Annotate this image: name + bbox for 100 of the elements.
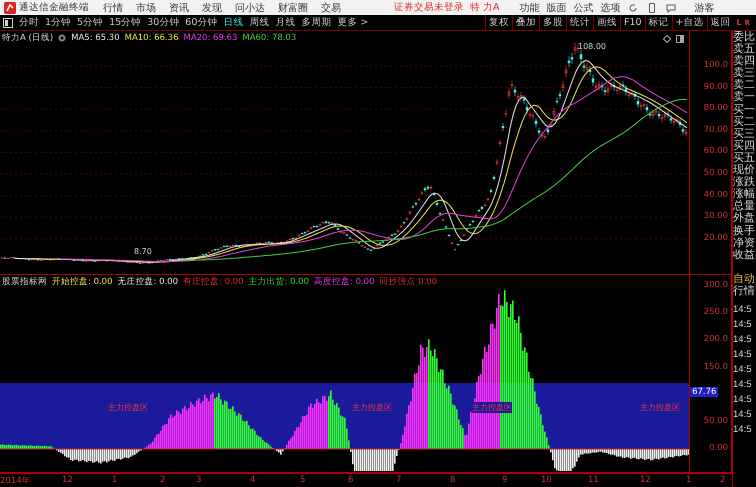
ma-value: MA5: 65.30 xyxy=(71,33,120,43)
toolbar-button[interactable]: 叠加 xyxy=(512,15,539,30)
trade-time: 14:5 xyxy=(733,302,752,317)
quote-label: 卖二 xyxy=(733,79,756,92)
zone-label: 主力控盘区 xyxy=(640,402,680,413)
toolbar-button[interactable]: 多股 xyxy=(538,15,566,30)
date-axis-label: 1 xyxy=(686,475,692,485)
menu-item[interactable]: 交易 xyxy=(321,0,341,14)
period-tab[interactable]: 日线 xyxy=(223,16,244,29)
quote-label: 现价 xyxy=(733,164,756,176)
indicator-value: 回抄强点 0.00 xyxy=(380,276,438,288)
price-axis-label: 70.00 xyxy=(704,124,728,135)
zone-label: 主力控盘区 xyxy=(352,402,392,413)
chart-title: 特力A (日线) xyxy=(2,32,54,44)
price-axis-label: 20.00 xyxy=(704,232,728,243)
period-tab[interactable]: 1分钟 xyxy=(45,16,72,29)
price-axis-label: 60.00 xyxy=(704,146,728,156)
date-axis-label: 2 xyxy=(160,475,166,485)
price-axis-label: 40.00 xyxy=(704,190,728,200)
date-axis-label: 9 xyxy=(502,475,508,485)
trade-time: 14:5 xyxy=(733,362,752,377)
indicator-value: 主力出货: 0.00 xyxy=(248,276,309,288)
date-axis-label: 1 xyxy=(112,475,118,485)
period-tab[interactable]: 更多 > xyxy=(337,16,368,29)
price-axis-label: 100.0 xyxy=(704,60,728,70)
quote-label: 涨跌 xyxy=(733,176,756,188)
quote-label: 买一 xyxy=(733,104,756,116)
message-icon[interactable] xyxy=(666,2,676,12)
date-axis-label: 4 xyxy=(250,475,256,485)
refresh-icon[interactable] xyxy=(628,2,638,12)
period-tab[interactable]: 多周期 xyxy=(301,16,332,29)
price-axis-label: 90.00 xyxy=(704,82,728,92)
panel-icon[interactable] xyxy=(676,35,684,43)
price-axis-label: 80.00 xyxy=(704,103,728,114)
stock-name: 特 力A xyxy=(470,1,500,14)
current-value-tag: 67.76 xyxy=(690,387,718,397)
period-tab[interactable]: 周线 xyxy=(249,16,270,29)
date-axis-label: 6 xyxy=(348,475,354,485)
toolbar-button[interactable]: 画线 xyxy=(592,15,620,30)
date-axis-label: 2 xyxy=(720,475,726,485)
quote-label: 委比 xyxy=(733,31,756,43)
period-tab[interactable]: 60分钟 xyxy=(185,16,218,29)
ma-value: MA60: 78.03 xyxy=(242,33,296,43)
indicator-axis-label: 200.0 xyxy=(704,334,728,344)
menu-item[interactable]: 行情 xyxy=(103,0,123,14)
price-axis-label: 50.00 xyxy=(704,168,728,178)
menu-item[interactable]: 问小达 xyxy=(235,0,265,14)
period-tab[interactable]: 月线 xyxy=(275,16,296,29)
indicator-axis-label: 0.00 xyxy=(709,443,728,454)
panel-toggle-icon[interactable] xyxy=(3,18,13,28)
date-axis-label: 8 xyxy=(450,475,456,485)
phone-icon[interactable] xyxy=(646,2,657,12)
toolbar-button[interactable]: 返回 xyxy=(706,15,734,30)
quote-label: 卖三 xyxy=(733,67,756,80)
settings-icon[interactable] xyxy=(58,34,66,42)
price-axis-label: 30.00 xyxy=(704,211,728,222)
quote-label: 换手 xyxy=(733,224,756,237)
menu-item[interactable]: 功能 xyxy=(520,0,540,14)
quote-label: 卖五 xyxy=(733,43,756,56)
indicator-axis-label: 300.0 xyxy=(704,280,728,290)
menu-item[interactable]: 财富圈 xyxy=(278,0,308,14)
toolbar-button[interactable]: +自选 xyxy=(672,15,706,30)
indicator-name: 股票指标网 xyxy=(2,276,47,288)
trade-time: 14:5 xyxy=(733,422,752,437)
date-axis-label: 10 xyxy=(541,475,552,485)
menu-item[interactable]: 发现 xyxy=(202,0,222,14)
toolbar-button[interactable]: 复权 xyxy=(484,15,512,30)
period-tab[interactable]: 30分钟 xyxy=(147,16,180,29)
menu-item[interactable]: 公式 xyxy=(574,0,594,14)
trade-time: 14:5 xyxy=(733,348,752,362)
quote-label: 涨幅 xyxy=(733,188,756,200)
quote-tab[interactable]: 行情 xyxy=(733,284,756,297)
indicator-value: 无庄控盘: 0.00 xyxy=(118,276,178,288)
login-status: 证券交易未登录 xyxy=(394,1,464,14)
toolbar-button[interactable]: 统计 xyxy=(566,15,593,30)
quote-label: 买二 xyxy=(733,116,756,128)
indicator-axis-label: 50.00 xyxy=(704,416,728,426)
low-price-label: 8.70 xyxy=(134,247,152,256)
toolbar-button[interactable]: F10 xyxy=(620,15,645,30)
toolbar-button[interactable]: 标记 xyxy=(644,15,672,30)
menu-item[interactable]: 版面 xyxy=(546,0,567,14)
indicator-axis-label: 150.0 xyxy=(704,362,728,372)
ma-value: MA20: 69.63 xyxy=(184,33,238,43)
date-axis-label: 7 xyxy=(396,475,402,485)
menu-item[interactable]: 资讯 xyxy=(169,0,189,14)
menu-item[interactable]: 市场 xyxy=(136,0,156,14)
period-tab[interactable]: 5分钟 xyxy=(77,16,104,29)
diamond-icon[interactable] xyxy=(663,35,671,43)
zone-label: 主力控盘区 xyxy=(108,402,148,413)
quote-label: 收益 xyxy=(733,248,756,261)
auto-label[interactable]: 自动 xyxy=(733,272,756,285)
period-tab[interactable]: 分时 xyxy=(19,16,39,29)
date-axis-label: 3 xyxy=(196,475,202,485)
date-axis-label: 2014年 xyxy=(0,475,31,487)
indicator-value: 有庄控盘: 0.00 xyxy=(183,276,244,288)
high-price-label: 108.00 xyxy=(578,42,606,51)
user-name[interactable]: 游客 xyxy=(694,0,715,14)
period-tab[interactable]: 15分钟 xyxy=(109,16,142,29)
menu-item[interactable]: 选项 xyxy=(600,0,621,14)
quote-label: 买三 xyxy=(733,128,756,140)
